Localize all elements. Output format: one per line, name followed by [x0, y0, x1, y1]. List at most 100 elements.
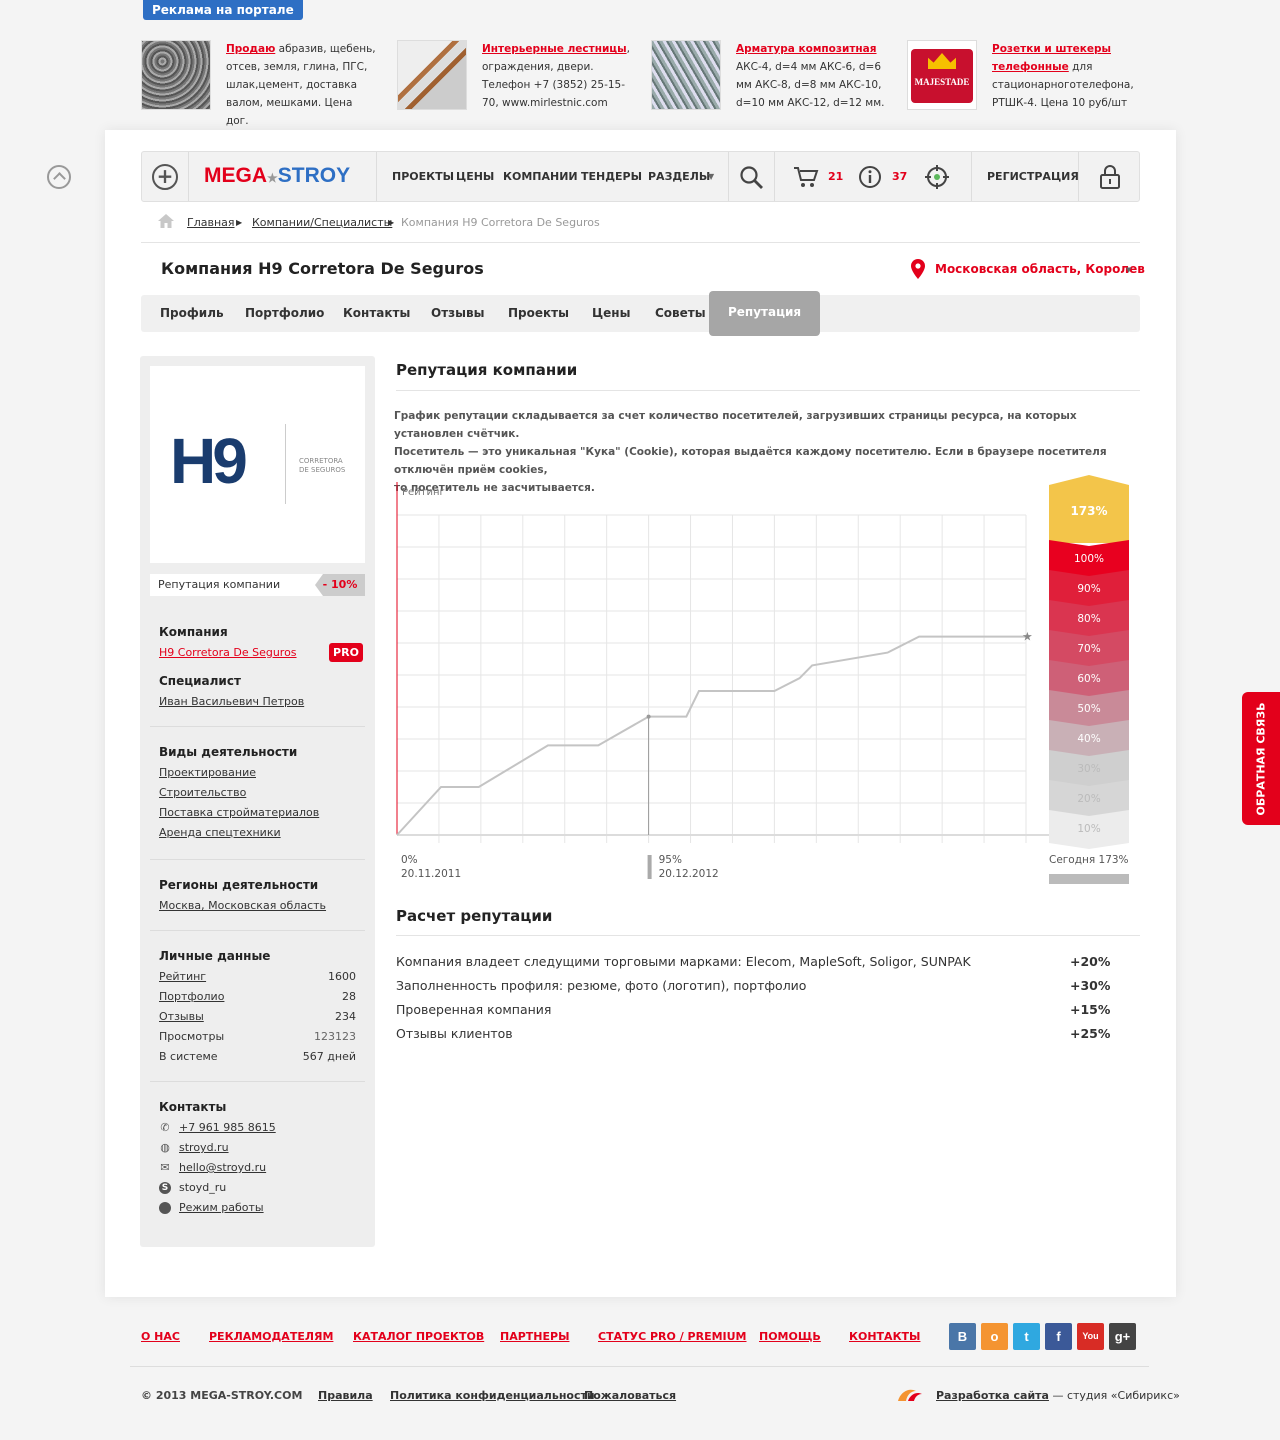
stairs-image[interactable] — [397, 40, 467, 110]
ad-item-4[interactable]: MAJESTADE Розетки и штекеры телефонные д… — [907, 40, 1147, 112]
developer-link[interactable]: Разработка сайта — [936, 1389, 1049, 1402]
personal-value: 567 дней — [302, 1050, 356, 1063]
nav-tenders[interactable]: ТЕНДЕРЫ — [581, 152, 642, 201]
footer-catalog[interactable]: КАТАЛОГ ПРОЕКТОВ — [353, 1330, 484, 1343]
personal-label[interactable]: Отзывы — [159, 1010, 204, 1023]
scale-top-label: 173% — [1070, 504, 1107, 518]
star-icon: ★ — [1022, 630, 1033, 644]
top-nav: + MEGA★STROY ПРОЕКТЫ ЦЕНЫ КОМПАНИИ ТЕНДЕ… — [141, 151, 1140, 202]
tab-profile[interactable]: Профиль — [160, 295, 224, 332]
footer-partners[interactable]: ПАРТНЕРЫ — [500, 1330, 569, 1343]
cart-icon[interactable] — [793, 165, 819, 189]
activity-link[interactable]: Аренда спецтехники — [159, 826, 281, 839]
company-link[interactable]: H9 Corretora De Seguros — [159, 646, 297, 659]
ad-item-1[interactable]: Продаю абразив, щебень, отсев, земля, гл… — [141, 40, 381, 127]
activity-link[interactable]: Проектирование — [159, 766, 256, 779]
footer-complain[interactable]: Пожаловаться — [584, 1389, 676, 1402]
location-pin-icon — [911, 259, 925, 279]
footer-status[interactable]: СТАТУС PRO / PREMIUM — [598, 1330, 747, 1343]
activity-link[interactable]: Строительство — [159, 786, 246, 799]
nav-prices[interactable]: ЦЕНЫ — [456, 152, 494, 201]
calc-row-label: Заполненность профиля: резюме, фото (лог… — [396, 978, 807, 993]
footer-advertisers[interactable]: РЕКЛАМОДАТЕЛЯМ — [209, 1330, 333, 1343]
majestade-brand-text: MAJESTADE — [914, 77, 970, 87]
phone-icon: ✆ — [160, 1121, 170, 1134]
specialist-link[interactable]: Иван Васильевич Петров — [159, 695, 304, 708]
nav-sections[interactable]: РАЗДЕЛЫ — [648, 152, 710, 201]
ad-item-3[interactable]: Арматура композитная АКС-4, d=4 мм АКС-6… — [651, 40, 891, 112]
social-button[interactable]: о — [981, 1323, 1008, 1350]
feedback-button[interactable]: ОБРАТНАЯ СВЯЗЬ — [1242, 692, 1280, 825]
personal-label[interactable]: Рейтинг — [159, 970, 206, 983]
company-logo-sub: CORRETORA — [299, 457, 343, 465]
work-hours-link[interactable]: Режим работы — [179, 1201, 264, 1214]
region-select[interactable]: Московская область, Королев — [935, 262, 1145, 276]
contacts-heading: Контакты — [159, 1100, 227, 1114]
social-button[interactable]: f — [1045, 1323, 1072, 1350]
footer-help[interactable]: ПОМОЩЬ — [759, 1330, 821, 1343]
marker-bar — [647, 855, 652, 879]
search-icon[interactable] — [739, 165, 765, 191]
chevron-down-icon[interactable]: ▼ — [708, 152, 714, 201]
email-link[interactable]: hello@stroyd.ru — [179, 1161, 266, 1174]
scroll-up-icon[interactable] — [47, 165, 71, 189]
footer-rules[interactable]: Правила — [318, 1389, 373, 1402]
footer-about[interactable]: О НАС — [141, 1330, 180, 1343]
today-bar — [1049, 874, 1129, 884]
website-link[interactable]: stroyd.ru — [179, 1141, 229, 1154]
divider — [141, 242, 1140, 243]
info-icon[interactable] — [858, 165, 882, 189]
ad-link[interactable]: Продаю — [226, 43, 275, 55]
calc-row-value: +25% — [1070, 1026, 1111, 1041]
scale-label: 30% — [1077, 763, 1100, 775]
cart-count: 21 — [828, 170, 844, 183]
tab-reputation[interactable]: Репутация — [709, 291, 821, 336]
marker-label-pct: 95% — [659, 854, 682, 866]
home-icon[interactable] — [157, 213, 175, 229]
ad-item-2[interactable]: Интерьерные лестницы, ограждения, двери.… — [397, 40, 637, 112]
tab-contacts[interactable]: Контакты — [343, 295, 410, 332]
tab-reviews[interactable]: Отзывы — [431, 295, 484, 332]
regions-link[interactable]: Москва, Московская область — [159, 899, 326, 912]
nav-projects[interactable]: ПРОЕКТЫ — [392, 152, 454, 201]
social-button[interactable]: t — [1013, 1323, 1040, 1350]
phone-link[interactable]: +7 961 985 8615 — [179, 1121, 276, 1134]
personal-value: 123123 — [314, 1030, 356, 1043]
footer-contacts[interactable]: КОНТАКТЫ — [849, 1330, 920, 1343]
breadcrumb-companies[interactable]: Компании/Специалисты — [252, 216, 392, 229]
personal-label: В системе — [159, 1050, 218, 1063]
tab-portfolio[interactable]: Портфолио — [245, 295, 324, 332]
plus-icon[interactable]: + — [152, 164, 178, 190]
register-button[interactable]: РЕГИСТРАЦИЯ — [987, 152, 1079, 201]
gravel-image[interactable] — [141, 40, 211, 110]
tab-prices[interactable]: Цены — [592, 295, 630, 332]
ad-link[interactable]: Интерьерные лестницы — [482, 43, 627, 55]
scale-label: 10% — [1077, 823, 1100, 835]
tab-projects[interactable]: Проекты — [508, 295, 569, 332]
site-logo[interactable]: MEGA★STROY — [204, 164, 350, 188]
ad-link[interactable]: Арматура композитная — [736, 43, 877, 55]
tab-advice[interactable]: Советы — [655, 295, 706, 332]
marker-point — [646, 714, 651, 719]
chevron-down-icon[interactable]: ▼ — [1126, 266, 1131, 274]
majestade-logo-image[interactable]: MAJESTADE — [907, 40, 977, 110]
social-button[interactable]: You — [1077, 1323, 1104, 1350]
calc-row-label: Проверенная компания — [396, 1002, 552, 1017]
scale-label: 60% — [1077, 673, 1100, 685]
breadcrumb-home[interactable]: Главная — [187, 216, 235, 229]
sidebar: H9 CORRETORA DE SEGUROS Репутация компан… — [140, 356, 375, 1247]
target-icon[interactable] — [925, 165, 949, 189]
social-button[interactable]: В — [949, 1323, 976, 1350]
footer-privacy[interactable]: Политика конфиденциальности — [390, 1389, 595, 1402]
ad-link[interactable]: Розетки и штекеры телефонные — [992, 43, 1111, 73]
nav-companies[interactable]: КОМПАНИИ — [503, 152, 578, 201]
personal-label[interactable]: Портфолио — [159, 990, 224, 1003]
activity-link[interactable]: Поставка стройматериалов — [159, 806, 319, 819]
rebar-image[interactable] — [651, 40, 721, 110]
ad-text: АКС-4, d=4 мм АКС-6, d=6 мм АКС-8, d=8 м… — [736, 61, 885, 109]
regions-heading: Регионы деятельности — [159, 878, 319, 892]
start-label-date: 20.11.2011 — [401, 868, 461, 880]
profile-tabs: Профиль Портфолио Контакты Отзывы Проект… — [141, 291, 1140, 336]
lock-icon[interactable] — [1099, 164, 1121, 190]
social-button[interactable]: g+ — [1109, 1323, 1136, 1350]
